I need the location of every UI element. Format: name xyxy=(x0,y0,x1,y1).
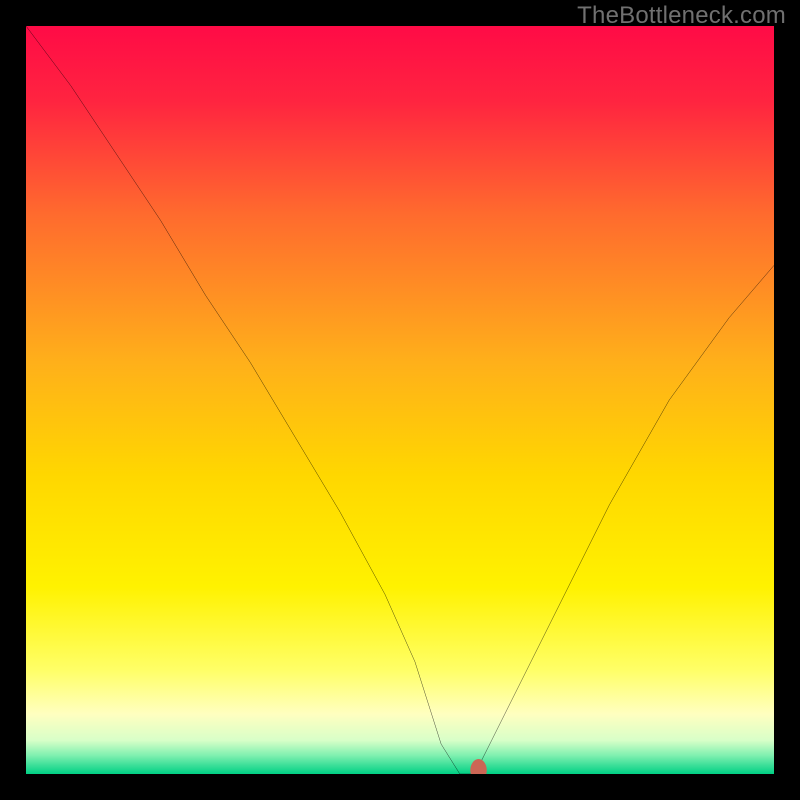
chart-svg xyxy=(26,26,774,774)
watermark-text: TheBottleneck.com xyxy=(577,2,786,30)
chart-background xyxy=(26,26,774,774)
bottleneck-chart xyxy=(26,26,774,774)
